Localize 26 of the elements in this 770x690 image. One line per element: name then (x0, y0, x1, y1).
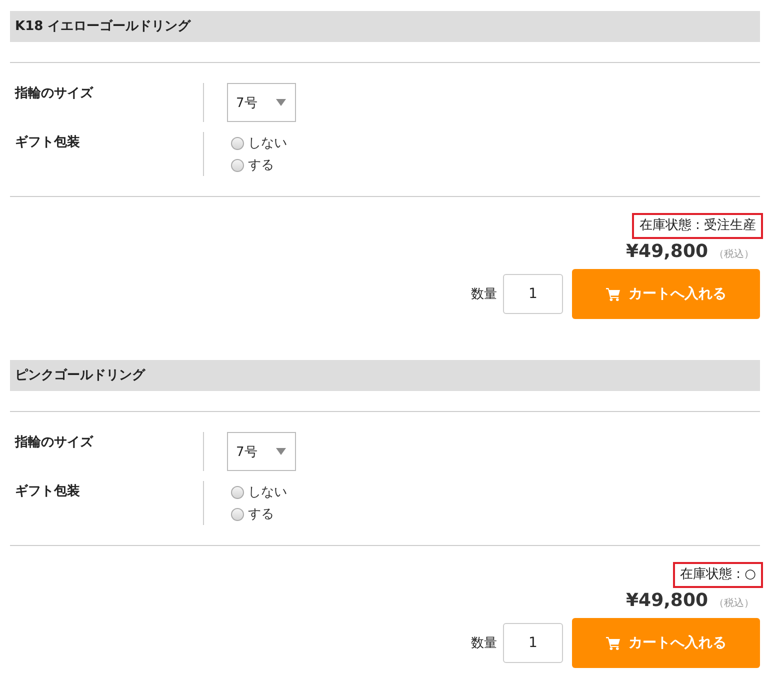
radio-option[interactable]: しない (227, 481, 287, 503)
size-select[interactable]: 7号 (227, 432, 296, 471)
size-select[interactable]: 7号 (227, 83, 296, 122)
quantity-label: 数量 (471, 635, 497, 652)
caret-icon (276, 99, 286, 106)
quantity-label: 数量 (471, 286, 497, 303)
tax-note: （税込） (714, 596, 754, 610)
product-title: K18 イエローゴールドリング (10, 11, 760, 42)
radio-option[interactable]: する (227, 503, 287, 525)
option-label: 指輪のサイズ (10, 432, 204, 471)
stock-status: 在庫状態 : 受注生産 (632, 213, 763, 239)
caret-icon (276, 448, 286, 455)
cart-icon (606, 636, 620, 650)
tax-note: （税込） (714, 248, 754, 261)
product-title: ピンクゴールドリング (10, 360, 760, 391)
price: ¥49,800 (626, 590, 708, 611)
quantity-field[interactable]: 1 (503, 623, 563, 663)
radio-option[interactable]: しない (227, 132, 287, 154)
cart-icon (606, 288, 620, 300)
price: ¥49,800 (626, 241, 708, 262)
quantity-field[interactable]: 1 (503, 274, 563, 314)
option-label: ギフト包装 (10, 132, 204, 176)
option-label: 指輪のサイズ (10, 83, 204, 122)
stock-status: 在庫状態 : ○ (673, 562, 763, 588)
radio-option[interactable]: する (227, 154, 287, 176)
option-label: ギフト包装 (10, 481, 204, 525)
